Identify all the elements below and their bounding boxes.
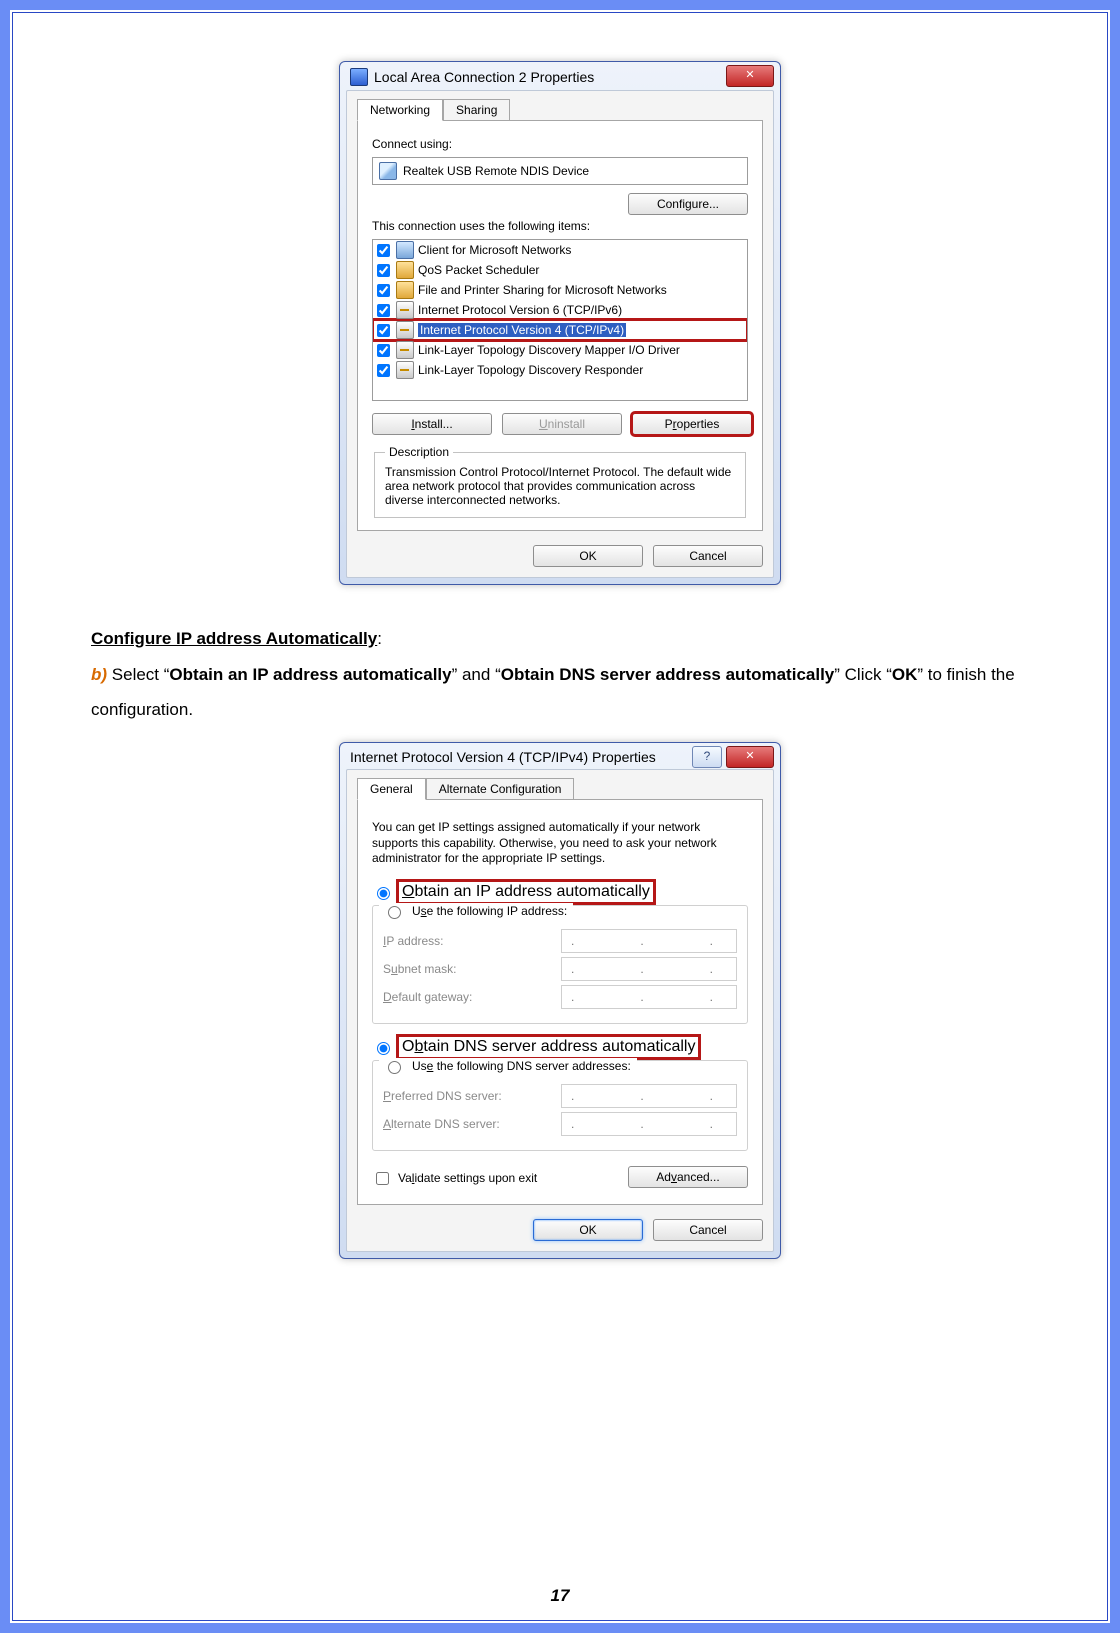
subnet-input [561,957,737,981]
ipv4-icon [396,321,414,339]
adapter-name: Realtek USB Remote NDIS Device [403,164,589,178]
ok-button[interactable]: OK [533,545,643,567]
configure-button[interactable]: Configure... [628,193,748,215]
lan-properties-dialog: Local Area Connection 2 Properties ✕ Net… [339,61,781,585]
instruction-text: Configure IP address Automatically: b) S… [91,621,1029,728]
uses-items-label: This connection uses the following items… [372,219,748,233]
item-label: QoS Packet Scheduler [418,263,539,277]
advanced-button[interactable]: Advanced...Advanced... [628,1166,748,1188]
item-label: Internet Protocol Version 6 (TCP/IPv6) [418,303,622,317]
step-b-tag: b) [91,665,107,684]
ip-address-input [561,929,737,953]
page-number: 17 [13,1586,1107,1606]
tab-general[interactable]: General [357,778,426,800]
gateway-row: Default gateway:Default gateway: [383,985,737,1009]
list-item[interactable]: Internet Protocol Version 6 (TCP/IPv6) [373,300,747,320]
list-item[interactable]: Link-Layer Topology Discovery Mapper I/O… [373,340,747,360]
item-checkbox[interactable] [377,364,390,377]
properties-button[interactable]: PropertiesProperties [632,413,752,435]
uninstall-button: UninstallUninstall [502,413,622,435]
alt-dns-input [561,1112,737,1136]
titlebar[interactable]: Internet Protocol Version 4 (TCP/IPv4) P… [340,743,780,769]
item-label: Client for Microsoft Networks [418,243,571,257]
pref-dns-row: Preferred DNS server:Preferred DNS serve… [383,1084,737,1108]
fileprint-icon [396,281,414,299]
item-checkbox[interactable] [377,324,390,337]
description-legend: Description [385,445,453,459]
list-item[interactable]: File and Printer Sharing for Microsoft N… [373,280,747,300]
ipv6-icon [396,301,414,319]
list-item[interactable]: QoS Packet Scheduler [373,260,747,280]
item-label: File and Printer Sharing for Microsoft N… [418,283,667,297]
radio-obtain-dns-auto[interactable]: Obtain DNS server address automaticallyO… [372,1036,748,1058]
dns-manual-group: Use the following DNS server addresses:U… [372,1060,748,1151]
tab-sharing[interactable]: Sharing [443,99,510,121]
subnet-row: Subnet mask:Subnet mask: [383,957,737,981]
validate-checkbox-row[interactable]: Validate settings upon exitValidate sett… [372,1169,537,1188]
item-checkbox[interactable] [377,284,390,297]
ip-address-row: IP address:IP address: [383,929,737,953]
description-box: Description Transmission Control Protoco… [374,445,746,518]
item-checkbox[interactable] [377,304,390,317]
install-button[interactable]: IInstall...nstall... [372,413,492,435]
qos-icon [396,261,414,279]
radio-ip-manual[interactable] [388,906,401,919]
item-label: Link-Layer Topology Discovery Responder [418,363,643,377]
cancel-button[interactable]: Cancel [653,545,763,567]
list-item[interactable]: Client for Microsoft Networks [373,240,747,260]
radio-obtain-ip-auto[interactable]: Obtain an IP address automaticallyObtain… [372,881,748,903]
window-title: Local Area Connection 2 Properties [374,69,594,85]
ok-button[interactable]: OK [533,1219,643,1241]
connect-using-label: Connect using: [372,137,748,151]
close-button[interactable]: ✕ [726,746,774,768]
item-label: Link-Layer Topology Discovery Mapper I/O… [418,343,680,357]
list-item[interactable]: Link-Layer Topology Discovery Responder [373,360,747,380]
lltd-mapper-icon [396,341,414,359]
item-checkbox[interactable] [377,344,390,357]
pref-dns-input [561,1084,737,1108]
client-icon [396,241,414,259]
radio-dns-manual[interactable] [388,1061,401,1074]
radio-use-following-ip[interactable]: Use the following IP address:Use the fol… [379,903,573,919]
radio-dns-auto[interactable] [377,1042,390,1055]
list-item-ipv4[interactable]: Internet Protocol Version 4 (TCP/IPv4) [373,320,747,340]
instruction-heading: Configure IP address Automatically [91,629,377,648]
tab-networking[interactable]: Networking [357,99,443,121]
item-checkbox[interactable] [377,244,390,257]
cancel-button[interactable]: Cancel [653,1219,763,1241]
adapter-icon [379,162,397,180]
validate-checkbox[interactable] [376,1172,389,1185]
radio-ip-auto[interactable] [377,887,390,900]
lltd-responder-icon [396,361,414,379]
tab-alternate-config[interactable]: Alternate Configuration [426,778,575,800]
window-title: Internet Protocol Version 4 (TCP/IPv4) P… [350,749,656,765]
alt-dns-row: Alternate DNS server:Alternate DNS serve… [383,1112,737,1136]
close-button[interactable]: ✕ [726,65,774,87]
description-text: Transmission Control Protocol/Internet P… [385,465,735,507]
protocol-list[interactable]: Client for Microsoft Networks QoS Packet… [372,239,748,401]
adapter-field[interactable]: Realtek USB Remote NDIS Device [372,157,748,185]
item-label: Internet Protocol Version 4 (TCP/IPv4) [418,323,626,337]
gateway-input [561,985,737,1009]
info-text: You can get IP settings assigned automat… [372,820,748,867]
help-button[interactable]: ? [692,746,722,768]
radio-use-following-dns[interactable]: Use the following DNS server addresses:U… [379,1058,637,1074]
ip-manual-group: Use the following IP address:Use the fol… [372,905,748,1024]
titlebar[interactable]: Local Area Connection 2 Properties ✕ [340,62,780,90]
network-icon [350,68,368,86]
ipv4-properties-dialog: Internet Protocol Version 4 (TCP/IPv4) P… [339,742,781,1259]
item-checkbox[interactable] [377,264,390,277]
